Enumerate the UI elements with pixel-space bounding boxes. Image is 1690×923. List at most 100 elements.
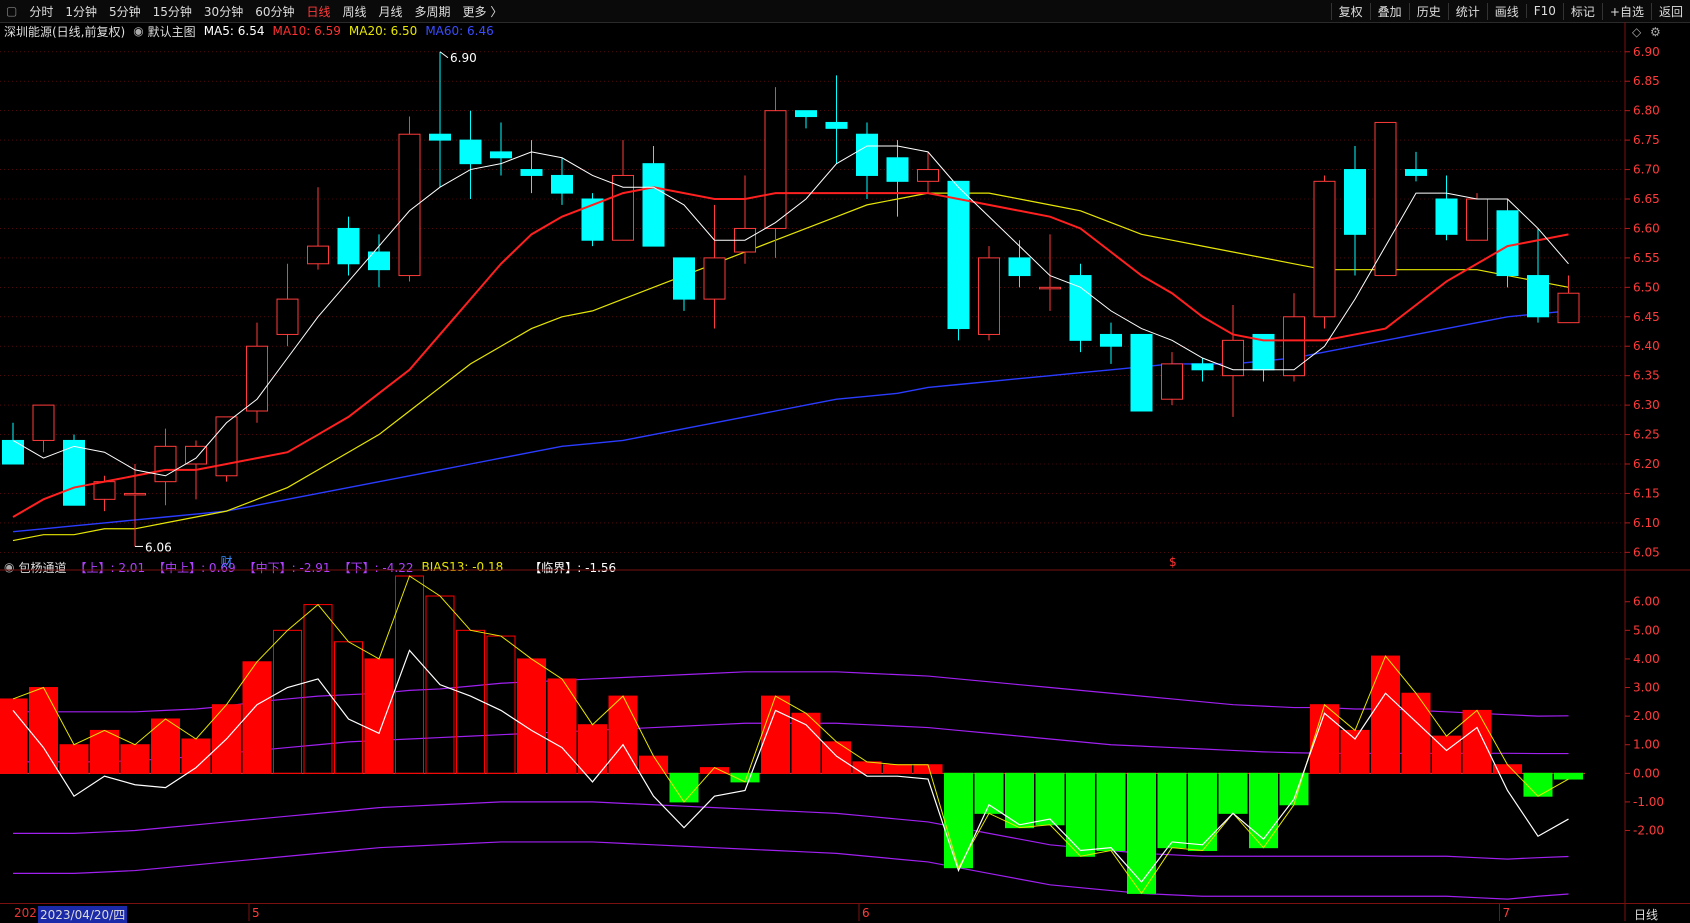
candle-body [93, 481, 116, 500]
main-tick-label: 6.35 [1633, 369, 1660, 383]
diamond-icon: ◇ [1632, 25, 1642, 39]
high-marker-label: 6.90 [450, 51, 477, 65]
main-tick-label: 6.60 [1633, 221, 1660, 235]
date-axis [0, 903, 1690, 922]
main-tick-label: 6.55 [1633, 251, 1660, 265]
bias-bar [883, 764, 912, 774]
candle-body [1344, 169, 1366, 235]
chart-canvas[interactable]: 6.90 6.06 财 $ 6.90 6.85 6.80 6.75 6.70 6.65 6.60 6… [0, 0, 1690, 921]
date-start-label: 202 [14, 906, 37, 920]
candle-body [1039, 286, 1061, 290]
bias-bar [120, 744, 150, 774]
bias-bar [974, 772, 1004, 814]
sub-tick-label: 5.00 [1633, 623, 1660, 637]
candle-body [1283, 316, 1305, 377]
candle-body [337, 227, 360, 265]
bias-bar [273, 629, 302, 774]
bias-bar [486, 635, 516, 774]
selected-date-label: 2023/04/20/四 [38, 906, 128, 923]
bias-bar [1157, 772, 1187, 849]
candle-body [1557, 292, 1580, 324]
sub-tick-label: 1.00 [1633, 738, 1660, 752]
main-tick-label: 6.65 [1633, 192, 1660, 206]
bias-bar [242, 661, 272, 774]
candle-body [795, 110, 817, 118]
bias-bar [1462, 709, 1492, 774]
candle-body [1313, 180, 1336, 318]
sub-tick-label: 4.00 [1633, 652, 1660, 666]
candle-body [1130, 333, 1153, 412]
bias-bar [29, 687, 58, 774]
candle-body [1161, 363, 1183, 400]
bias-bar [1127, 772, 1156, 894]
candle-body [825, 121, 848, 129]
bias-bar [364, 658, 394, 774]
candle-body [246, 345, 268, 412]
bias-bar [578, 724, 607, 774]
candle-body [551, 174, 573, 194]
candle-body [886, 157, 909, 182]
bias-bar [456, 629, 485, 774]
bias-bar [1371, 655, 1400, 774]
sub-tick-label: -2.00 [1633, 824, 1664, 838]
bias-bar [59, 744, 89, 774]
main-tick-label: 6.30 [1633, 398, 1660, 412]
candle-body [32, 404, 55, 441]
sub-tick-label: 6.00 [1633, 595, 1660, 609]
bias-bar [1340, 729, 1370, 774]
candle-body [276, 298, 299, 335]
candle-body [63, 439, 85, 506]
candle-body [1100, 333, 1122, 347]
ma60-line [12, 310, 1569, 533]
candle-body [978, 257, 1000, 335]
settings-icon: ⚙ [1650, 25, 1661, 39]
candle-body [1374, 121, 1397, 277]
high-marker-arrow [439, 51, 449, 59]
bias-bar [1218, 772, 1248, 814]
candle-body [520, 169, 543, 176]
main-tick-label: 6.90 [1633, 45, 1660, 59]
bias-bar [1554, 772, 1583, 780]
candle-body [1222, 339, 1244, 377]
bias-bar [1279, 772, 1309, 806]
candle-body [764, 110, 787, 229]
main-tick-label: 6.70 [1633, 163, 1660, 177]
bias-bar [1005, 772, 1034, 829]
candle-body [490, 151, 512, 159]
bias-bar [395, 575, 424, 774]
main-tick-label: 6.80 [1633, 104, 1660, 118]
candle-body [947, 180, 970, 330]
candle-body [917, 169, 939, 182]
main-tick-label: 6.85 [1633, 74, 1660, 88]
period-mode-label[interactable]: 日线 [1634, 906, 1658, 923]
candle-body [673, 257, 695, 300]
sub-tick-label: 0.00 [1633, 766, 1660, 780]
candle-body [856, 133, 878, 176]
bias-bar [1523, 772, 1553, 797]
main-tick-label: 6.20 [1633, 457, 1660, 471]
candle-body [1466, 198, 1488, 241]
candle-body [307, 245, 329, 265]
bias-bar [852, 761, 882, 774]
bias-bar [1035, 772, 1065, 826]
sub-tick-label: 2.00 [1633, 709, 1660, 723]
candle-body [215, 416, 238, 477]
main-tick-label: 6.25 [1633, 428, 1660, 442]
finance-event-marker: 财 [221, 555, 233, 569]
bias-bar [517, 658, 546, 774]
candle-body [459, 139, 482, 165]
main-tick-label: 6.45 [1633, 310, 1660, 324]
sub-tick-label: 3.00 [1633, 681, 1660, 695]
bias-bar [1401, 692, 1431, 774]
main-tick-label: 6.15 [1633, 486, 1660, 500]
candle-body [1069, 275, 1092, 341]
bias-bar [944, 772, 973, 869]
candle-body [429, 133, 451, 141]
candle-body [1527, 275, 1549, 318]
candle-body [1496, 210, 1519, 277]
band-middown-line [13, 801, 1569, 860]
candle-body [1008, 257, 1031, 277]
main-tick-label: 6.10 [1633, 516, 1660, 530]
bias-bar [1096, 772, 1126, 852]
main-tick-label: 6.05 [1633, 545, 1660, 559]
